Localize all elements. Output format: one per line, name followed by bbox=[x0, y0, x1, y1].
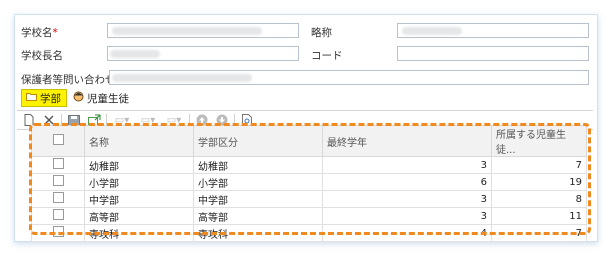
tab-students[interactable]: 児童生徒 bbox=[69, 89, 135, 107]
table-row[interactable]: 中学部 中学部 3 8 bbox=[31, 190, 587, 208]
code-label: コード bbox=[311, 50, 343, 62]
cell-type[interactable]: 専攻科 bbox=[193, 224, 323, 242]
cell-name[interactable]: 専攻科 bbox=[84, 224, 194, 242]
table-row[interactable]: 小学部 小学部 6 19 bbox=[31, 173, 587, 191]
row-checkbox[interactable] bbox=[52, 192, 64, 203]
tab-bar: 学部 児童生徒 bbox=[17, 89, 593, 109]
row-checkbox[interactable] bbox=[52, 175, 64, 186]
school-form-window: 学校名* 略称 学校長名 コード 保護者等問い合わせ先 学部 児童生徒 ▭▾ ▭… bbox=[14, 14, 598, 242]
cell-type[interactable]: 小学部 bbox=[193, 173, 323, 191]
cell-students[interactable]: 7 bbox=[491, 224, 587, 242]
row-checkbox-cell[interactable] bbox=[31, 156, 85, 174]
column-header-final-grade[interactable]: 最終学年 bbox=[322, 125, 492, 157]
column-header-name[interactable]: 名称 bbox=[84, 125, 194, 157]
abbrev-label: 略称 bbox=[311, 27, 332, 39]
department-grid: 名称 学部区分 最終学年 所属する児童生徒... 幼稚部 幼稚部 3 7 小学部 bbox=[31, 125, 587, 242]
column-header-type[interactable]: 学部区分 bbox=[193, 125, 323, 157]
cell-students[interactable]: 11 bbox=[491, 207, 587, 225]
cell-final-grade[interactable]: 3 bbox=[322, 156, 492, 174]
tab-department[interactable]: 学部 bbox=[21, 89, 67, 107]
cell-name[interactable]: 幼稚部 bbox=[84, 156, 194, 174]
cell-name[interactable]: 中学部 bbox=[84, 190, 194, 208]
select-all-checkbox[interactable] bbox=[52, 134, 64, 145]
code-field[interactable] bbox=[397, 46, 589, 61]
grid-header-row: 名称 学部区分 最終学年 所属する児童生徒... bbox=[31, 125, 587, 157]
row-checkbox-cell[interactable] bbox=[31, 207, 85, 225]
abbrev-field[interactable] bbox=[397, 23, 589, 38]
row-checkbox-cell[interactable] bbox=[31, 224, 85, 242]
guardian-contact-field[interactable] bbox=[109, 70, 589, 85]
row-checkbox[interactable] bbox=[52, 158, 64, 169]
school-name-field[interactable] bbox=[107, 23, 299, 38]
cell-name[interactable]: 高等部 bbox=[84, 207, 194, 225]
cell-final-grade[interactable]: 6 bbox=[322, 173, 492, 191]
table-row[interactable]: 幼稚部 幼稚部 3 7 bbox=[31, 156, 587, 174]
tab-students-label: 児童生徒 bbox=[87, 92, 129, 105]
folder-icon bbox=[26, 92, 37, 104]
select-all-header[interactable] bbox=[31, 125, 85, 157]
row-checkbox-cell[interactable] bbox=[31, 190, 85, 208]
cell-students[interactable]: 19 bbox=[491, 173, 587, 191]
cell-final-grade[interactable]: 4 bbox=[322, 224, 492, 242]
tab-department-label: 学部 bbox=[40, 92, 61, 105]
cell-type[interactable]: 中学部 bbox=[193, 190, 323, 208]
table-row[interactable]: 高等部 高等部 3 11 bbox=[31, 207, 587, 225]
student-icon bbox=[73, 91, 84, 105]
table-row[interactable]: 専攻科 専攻科 4 7 bbox=[31, 224, 587, 242]
cell-final-grade[interactable]: 3 bbox=[322, 207, 492, 225]
cell-students[interactable]: 8 bbox=[491, 190, 587, 208]
row-checkbox[interactable] bbox=[52, 226, 64, 237]
cell-name[interactable]: 小学部 bbox=[84, 173, 194, 191]
principal-label: 学校長名 bbox=[21, 50, 63, 62]
principal-field[interactable] bbox=[107, 46, 299, 61]
cell-type[interactable]: 高等部 bbox=[193, 207, 323, 225]
school-name-label: 学校名* bbox=[21, 27, 58, 39]
cell-students[interactable]: 7 bbox=[491, 156, 587, 174]
column-header-students[interactable]: 所属する児童生徒... bbox=[491, 125, 587, 157]
required-mark: * bbox=[52, 27, 58, 39]
row-checkbox-cell[interactable] bbox=[31, 173, 85, 191]
cell-final-grade[interactable]: 3 bbox=[322, 190, 492, 208]
row-checkbox[interactable] bbox=[52, 209, 64, 220]
cell-type[interactable]: 幼稚部 bbox=[193, 156, 323, 174]
